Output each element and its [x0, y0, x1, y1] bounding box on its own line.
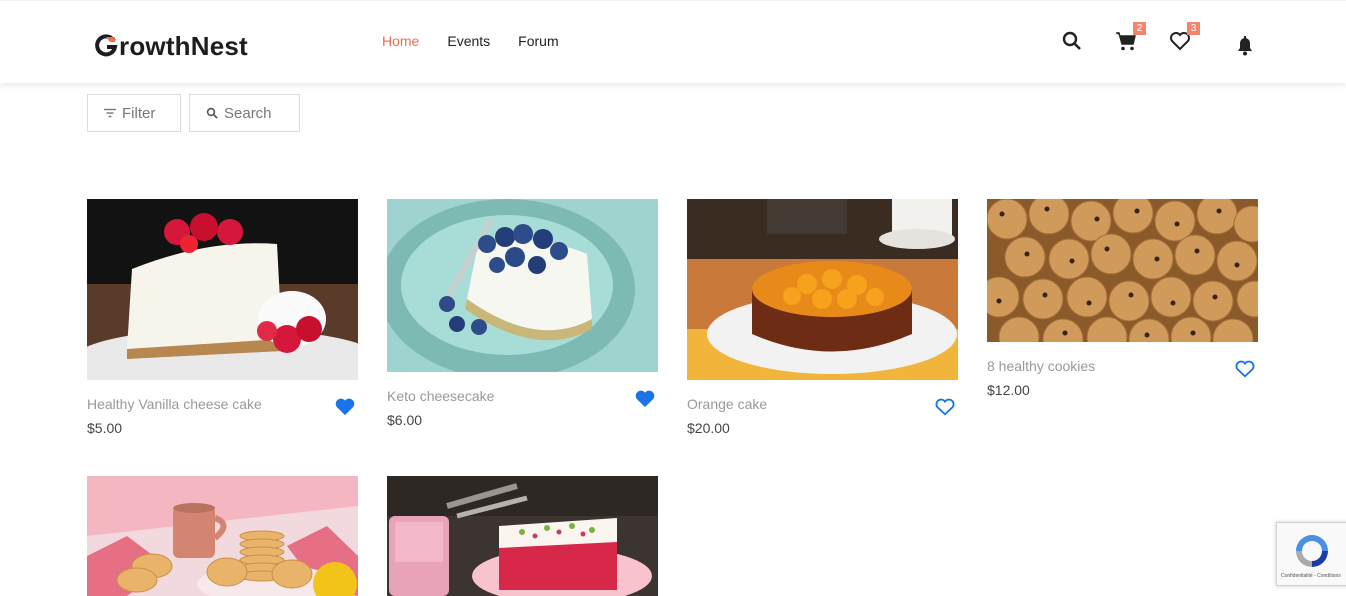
- product-price: $20.00: [687, 420, 730, 436]
- product-image[interactable]: [87, 199, 358, 380]
- recaptcha-badge[interactable]: Confidentialité - Conditions: [1276, 522, 1346, 586]
- product-image[interactable]: [687, 199, 958, 380]
- search-label: Search: [224, 104, 272, 122]
- nav-home[interactable]: Home: [382, 33, 419, 49]
- product-card[interactable]: Orange cake $20.00: [687, 199, 958, 436]
- heart-outline-icon: [1235, 360, 1255, 378]
- notifications-button[interactable]: [1233, 33, 1261, 61]
- recaptcha-links[interactable]: Confidentialité - Conditions: [1281, 573, 1341, 579]
- product-card[interactable]: [87, 476, 358, 596]
- cart-button[interactable]: 2: [1114, 22, 1146, 57]
- product-name[interactable]: 8 healthy cookies: [987, 358, 1258, 374]
- favorite-button[interactable]: [934, 397, 958, 419]
- product-price: $5.00: [87, 420, 123, 436]
- filter-label: Filter: [122, 104, 156, 122]
- pink-cake-with-milkshake-image: [387, 476, 658, 596]
- favorite-button[interactable]: [334, 397, 358, 419]
- filter-button[interactable]: Filter: [87, 94, 181, 132]
- cart-count-badge: 2: [1133, 22, 1146, 35]
- product-image[interactable]: [987, 199, 1258, 342]
- nav-events[interactable]: Events: [447, 33, 490, 49]
- product-price: $6.00: [387, 412, 423, 428]
- recaptcha-icon: [1296, 535, 1328, 567]
- tea-and-biscuits-image: [87, 476, 358, 596]
- search-icon: [206, 107, 218, 119]
- product-card[interactable]: 8 healthy cookies $12.00: [987, 199, 1258, 398]
- brand-logo[interactable]: rowthNest: [94, 28, 248, 64]
- wishlist-button[interactable]: 3: [1168, 22, 1200, 57]
- nav-forum[interactable]: Forum: [518, 33, 558, 49]
- search-button[interactable]: [1060, 29, 1088, 57]
- product-image[interactable]: [87, 476, 358, 596]
- product-card[interactable]: [387, 476, 658, 596]
- product-name[interactable]: Orange cake: [687, 396, 958, 412]
- heart-filled-icon: [635, 390, 655, 408]
- product-card[interactable]: Healthy Vanilla cheese cake $5.00: [87, 199, 358, 436]
- product-price: $12.00: [987, 382, 1030, 398]
- heart-filled-icon: [335, 398, 355, 416]
- product-name[interactable]: Healthy Vanilla cheese cake: [87, 396, 358, 412]
- product-image[interactable]: [387, 199, 658, 372]
- logo-g-icon: [94, 34, 118, 58]
- top-header: rowthNest Home Events Forum 2 3: [0, 0, 1346, 83]
- wishlist-count-badge: 3: [1187, 22, 1200, 35]
- favorite-button[interactable]: [1234, 359, 1258, 381]
- product-card[interactable]: Keto cheesecake $6.00: [387, 199, 658, 428]
- brand-name: rowthNest: [119, 30, 248, 61]
- heart-outline-icon: [935, 398, 955, 416]
- main-nav: Home Events Forum: [382, 33, 559, 49]
- favorite-button[interactable]: [634, 389, 658, 411]
- search-icon: [1062, 31, 1081, 50]
- filter-icon: [104, 108, 116, 118]
- search-toggle-button[interactable]: Search: [189, 94, 300, 132]
- bell-icon: [1238, 36, 1252, 56]
- product-name[interactable]: Keto cheesecake: [387, 388, 658, 404]
- product-image[interactable]: [387, 476, 658, 596]
